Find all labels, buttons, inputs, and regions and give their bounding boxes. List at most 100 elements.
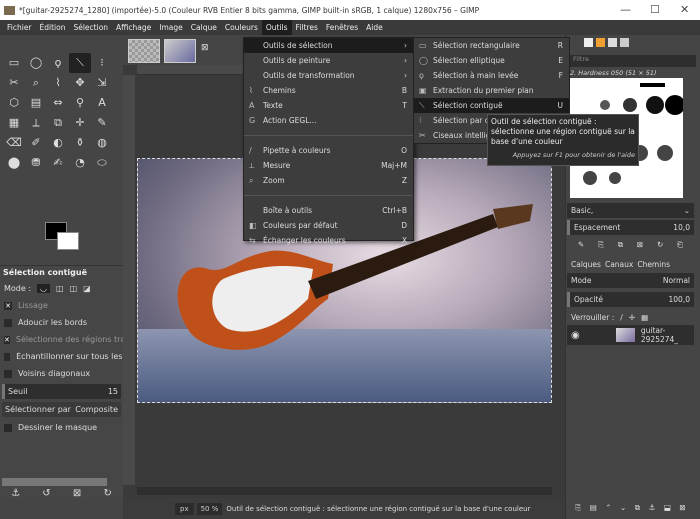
menu-edition[interactable]: Édition <box>36 20 70 35</box>
delete-layer-icon[interactable]: ⊠ <box>679 503 685 512</box>
tool-icon-16[interactable]: ⟂ <box>25 113 47 133</box>
feather-checkbox[interactable]: Adoucir les bords <box>0 315 123 330</box>
select-transparent-checkbox[interactable]: ✕Sélectionne des régions transparentes <box>0 332 123 347</box>
tools-menu-item[interactable]: ⌕ Zoom Z <box>244 173 413 188</box>
menu-selection[interactable]: Sélection <box>69 20 112 35</box>
lock-alpha-icon[interactable]: ▦ <box>641 313 648 322</box>
new-layer-icon[interactable]: ⎘ <box>575 503 581 513</box>
menu-calque[interactable]: Calque <box>187 20 221 35</box>
merge-layer-icon[interactable]: ⬓ <box>664 503 671 512</box>
font-tab-icon[interactable] <box>608 38 617 47</box>
tool-icon-9[interactable]: ⇲ <box>91 73 113 93</box>
lock-pixels-icon[interactable]: / <box>620 313 623 322</box>
layer-name[interactable]: guitar-2925274_ <box>641 326 690 344</box>
refresh-brush-icon[interactable]: ↻ <box>657 240 663 249</box>
close-tab-icon[interactable]: ⊠ <box>201 43 209 53</box>
submenu-item[interactable]: ⟍ Sélection contiguë U <box>414 98 569 113</box>
tool-icon-26[interactable]: ⛃ <box>25 153 47 173</box>
zoom-selector[interactable]: 50 % <box>196 502 223 515</box>
tools-menu-item[interactable]: A Texte T <box>244 98 413 113</box>
tool-icon-20[interactable]: ⌫ <box>3 133 25 153</box>
options-scrollbar[interactable] <box>2 478 107 486</box>
tool-icon-21[interactable]: ✐ <box>25 133 47 153</box>
pattern-tab-icon[interactable] <box>584 38 593 47</box>
tools-menu-item[interactable]: ⇆ Échanger les couleurs X <box>244 233 413 248</box>
submenu-item[interactable]: ▭ Sélection rectangulaire R <box>414 38 569 53</box>
new-group-icon[interactable]: ▤ <box>590 503 597 512</box>
tool-icon-24[interactable]: ◍ <box>91 133 113 153</box>
layer-row[interactable]: ◉ guitar-2925274_ <box>567 325 694 345</box>
tool-icon-10[interactable]: ⬡ <box>3 93 25 113</box>
submenu-item[interactable]: ◯ Sélection elliptique E <box>414 53 569 68</box>
restore-options-icon[interactable]: ↺ <box>42 488 50 499</box>
tool-icon-23[interactable]: ⚱ <box>69 133 91 153</box>
brush-preset-dropdown[interactable]: Basic, ⌄ <box>567 203 694 218</box>
tool-icon-7[interactable]: ⌇ <box>47 73 69 93</box>
tool-icon-3[interactable]: ⟍ <box>69 53 91 73</box>
tools-menu-item[interactable]: Boîte à outils Ctrl+B <box>244 203 413 218</box>
menu-aide[interactable]: Aide <box>362 20 387 35</box>
anchor-layer-icon[interactable]: ⚓ <box>649 503 656 512</box>
menu-image[interactable]: Image <box>155 20 187 35</box>
opacity-slider[interactable]: Opacité 100,0 <box>567 292 694 307</box>
horizontal-scrollbar[interactable] <box>137 487 552 495</box>
delete-options-icon[interactable]: ⊠ <box>73 488 81 499</box>
tool-icon-17[interactable]: ⧉ <box>47 113 69 133</box>
menu-fenetres[interactable]: Fenêtres <box>322 20 362 35</box>
maximize-button[interactable]: ☐ <box>650 3 660 16</box>
tools-menu-item[interactable]: Outils de sélection › <box>244 38 413 53</box>
menu-affichage[interactable]: Affichage <box>112 20 155 35</box>
tool-icon-2[interactable]: ϙ <box>47 53 69 73</box>
tools-menu-item[interactable]: Outils de transformation › <box>244 68 413 83</box>
document-tab-icon[interactable] <box>620 38 629 47</box>
brush-filter-input[interactable]: Filtre <box>570 55 696 67</box>
minimize-button[interactable]: — <box>620 3 631 16</box>
tab-channels[interactable]: Canaux <box>605 260 633 269</box>
mode-subtract-icon[interactable]: ◫ <box>70 284 78 293</box>
open-brush-icon[interactable]: ⎗ <box>677 240 683 250</box>
tool-icon-1[interactable]: ◯ <box>25 53 47 73</box>
mode-add-icon[interactable]: ◫ <box>56 284 64 293</box>
mode-replace-icon[interactable]: ◡ <box>37 284 51 293</box>
tool-icon-5[interactable]: ✂ <box>3 73 25 93</box>
antialias-checkbox[interactable]: ✕ Lissage <box>0 298 123 313</box>
tool-icon-6[interactable]: ⌕ <box>25 73 47 93</box>
draw-mask-checkbox[interactable]: Dessiner le masque <box>0 420 123 435</box>
tool-icon-18[interactable]: ✛ <box>69 113 91 133</box>
image-tab-guitar[interactable] <box>164 39 196 63</box>
menu-filtres[interactable]: Filtres <box>292 20 322 35</box>
tool-icon-12[interactable]: ⇔ <box>47 93 69 113</box>
tools-menu-item[interactable]: / Pipette à couleurs O <box>244 143 413 158</box>
tools-menu-item[interactable]: Outils de peinture › <box>244 53 413 68</box>
tools-menu-item[interactable]: ⌇ Chemins B <box>244 83 413 98</box>
tools-menu-item[interactable]: ⟂ Mesure Maj+M <box>244 158 413 173</box>
tool-icon-4[interactable]: ⁝ <box>91 53 113 73</box>
submenu-item[interactable]: ϙ Sélection à main levée F <box>414 68 569 83</box>
image-tab-thumbnail[interactable] <box>128 39 160 63</box>
layer-mode-dropdown[interactable]: Mode Normal <box>567 273 694 288</box>
edit-brush-icon[interactable]: ✎ <box>578 240 584 249</box>
menu-outils[interactable]: Outils <box>261 20 292 35</box>
tool-icon-0[interactable]: ▭ <box>3 53 25 73</box>
gradient-tab-icon[interactable] <box>596 38 605 47</box>
tool-icon-11[interactable]: ▤ <box>25 93 47 113</box>
delete-brush-icon[interactable]: ⊠ <box>637 240 643 249</box>
tool-icon-27[interactable]: ✍ <box>47 153 69 173</box>
raise-layer-icon[interactable]: ⌃ <box>605 503 611 512</box>
tool-icon-29[interactable]: ⬭ <box>91 153 113 173</box>
background-color[interactable] <box>57 232 79 250</box>
lower-layer-icon[interactable]: ⌄ <box>620 503 626 512</box>
duplicate-brush-icon[interactable]: ⧉ <box>618 240 623 250</box>
tab-paths[interactable]: Chemins <box>637 260 670 269</box>
sample-merged-checkbox[interactable]: Échantillonner sur tous les calques <box>0 349 123 364</box>
tool-icon-14[interactable]: A <box>91 93 113 113</box>
lock-position-icon[interactable]: ✛ <box>629 313 635 322</box>
save-options-icon[interactable]: ⚓ <box>11 488 20 499</box>
menu-fichier[interactable]: Fichier <box>3 20 36 35</box>
tool-icon-13[interactable]: ⚲ <box>69 93 91 113</box>
submenu-item[interactable]: ▣ Extraction du premier plan <box>414 83 569 98</box>
reset-options-icon[interactable]: ↻ <box>103 488 111 499</box>
tools-menu-item[interactable]: G Action GEGL... <box>244 113 413 128</box>
tool-icon-19[interactable]: ✎ <box>91 113 113 133</box>
spacing-slider[interactable]: Espacement 10,0 <box>567 220 694 235</box>
